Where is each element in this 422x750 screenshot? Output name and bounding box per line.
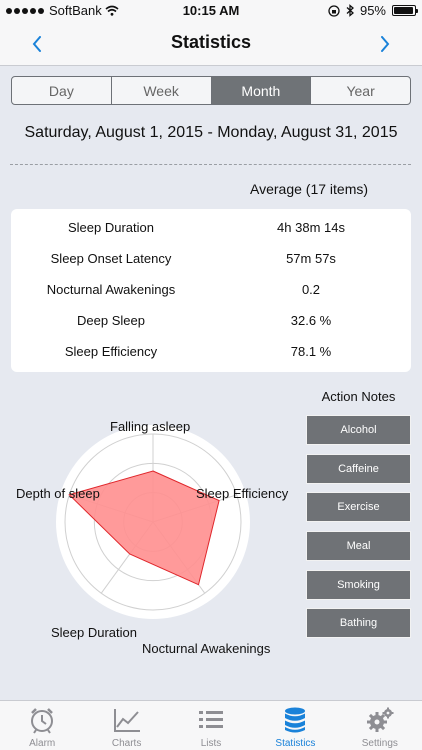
stat-value: 4h 38m 14s [277,220,345,235]
navigation-bar: Statistics [0,22,422,66]
segment-day[interactable]: Day [12,77,112,104]
stat-label: Sleep Onset Latency [50,251,172,266]
tab-charts[interactable]: Charts [84,701,168,750]
action-notes-title: Action Notes [321,389,396,404]
tab-label: Settings [361,738,398,749]
segment-year[interactable]: Year [311,77,410,104]
stat-value: 57m 57s [286,251,336,266]
segment-week[interactable]: Week [112,77,212,104]
radar-axis-label-nocturnal-awakenings: Nocturnal Awakenings [142,641,271,656]
average-stats-card: Sleep Duration 4h 38m 14s Sleep Onset La… [11,209,411,372]
alcohol-button[interactable]: Alcohol [306,415,411,445]
dashed-divider [10,164,411,165]
radar-axis-label-falling-asleep: Falling asleep [110,419,191,434]
radar-axis-label-sleep-duration: Sleep Duration [51,625,137,640]
stat-label: Sleep Duration [68,220,154,235]
average-title: Average (17 items) [250,181,369,197]
stat-value: 78.1 % [290,344,332,359]
exercise-button[interactable]: Exercise [306,492,411,522]
tab-lists[interactable]: Lists [169,701,253,750]
list-icon [199,711,224,728]
tab-label: Charts [111,738,142,749]
meal-button[interactable]: Meal [306,531,411,561]
page-title: Statistics [170,32,252,52]
radar-axis-label-depth-of-sleep: Depth of sleep [16,486,100,501]
stat-label: Sleep Efficiency [64,344,158,359]
alarm-clock-icon [31,708,54,734]
rotation-lock-icon [328,4,340,17]
radar-chart-area: Falling asleep Sleep Efficiency Nocturna… [0,400,300,700]
segment-month[interactable]: Month [211,77,312,104]
stat-label: Nocturnal Awakenings [46,282,176,297]
stat-row: Sleep Duration 4h 38m 14s [11,213,411,244]
smoking-button[interactable]: Smoking [306,570,411,600]
date-range: Saturday, August 1, 2015 - Monday, Augus… [24,124,398,141]
tab-alarm[interactable]: Alarm [0,701,84,750]
database-icon [285,707,306,733]
tab-label: Statistics [275,738,316,749]
battery-percent: 95% [359,3,386,18]
stat-row: Sleep Efficiency 78.1 % [11,337,411,368]
stat-row: Sleep Onset Latency 57m 57s [11,244,411,275]
stat-label: Deep Sleep [77,313,145,328]
gear-icon [366,707,394,732]
bluetooth-icon [346,4,354,17]
radar-axis-label-sleep-efficiency: Sleep Efficiency [196,486,289,501]
stat-value: 0.2 [301,282,321,297]
status-right: 95% [328,3,418,18]
chevron-right-icon [381,36,390,52]
period-segmented-control: Day Week Month Year [11,76,411,105]
line-chart-icon [113,709,140,732]
stat-row: Nocturnal Awakenings 0.2 [11,275,411,306]
tab-label: Alarm [29,738,56,749]
tab-label: Lists [200,738,222,749]
stat-row: Deep Sleep 32.6 % [11,306,411,337]
bathing-button[interactable]: Bathing [306,608,411,638]
caffeine-button[interactable]: Caffeine [306,454,411,484]
tab-statistics[interactable]: Statistics [253,701,337,750]
stat-value: 32.6 % [290,313,332,328]
status-bar: SoftBank 10:15 AM 95% [0,0,422,22]
next-button[interactable] [370,30,400,58]
tab-settings[interactable]: Settings [338,701,422,750]
battery-icon [392,5,418,16]
tab-bar: Alarm Charts Lists Statistics Settings [0,700,422,750]
